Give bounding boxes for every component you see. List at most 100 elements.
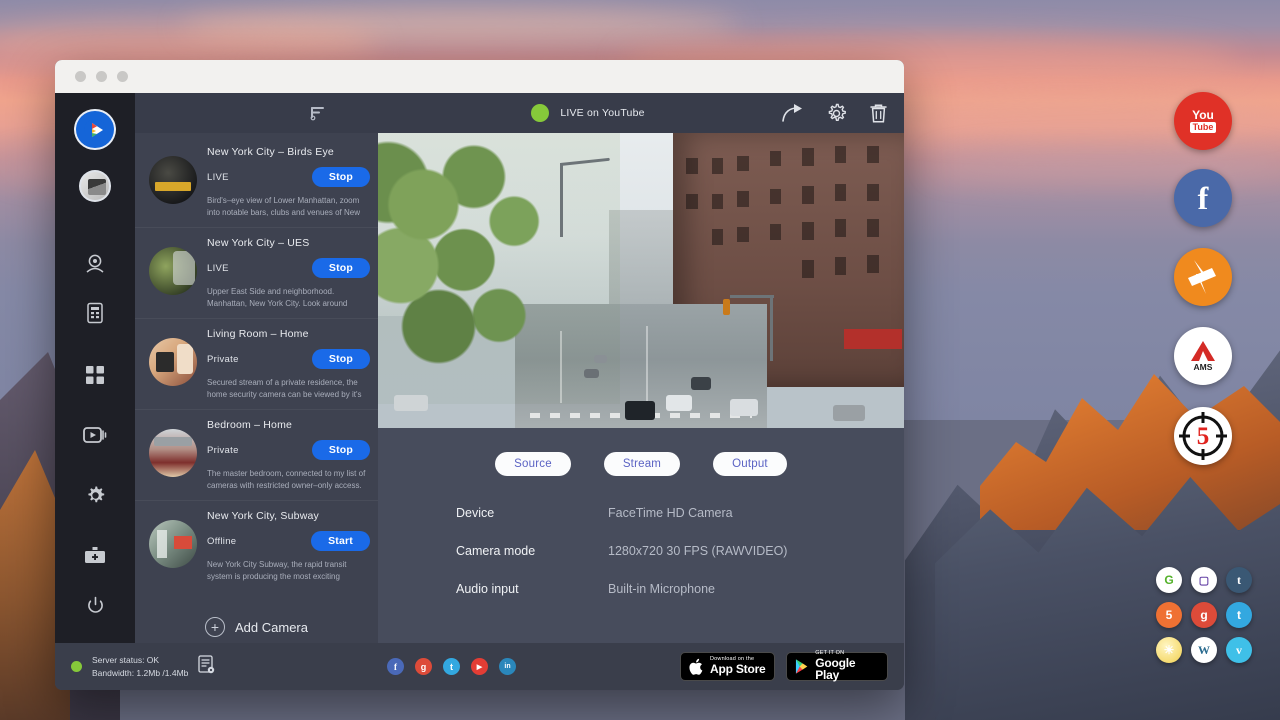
camera-title: Bedroom – Home <box>207 419 370 431</box>
video-preview[interactable] <box>378 133 904 428</box>
camera-description: Bird's–eye view of Lower Manhattan, zoom… <box>207 195 370 219</box>
sidebar-item-profile[interactable] <box>79 170 111 202</box>
groupon-glyph: G <box>1164 573 1173 587</box>
desktop-icon-groupon[interactable]: G <box>1156 567 1182 593</box>
vimeo-glyph: v <box>1236 643 1242 658</box>
apple-icon <box>689 658 704 676</box>
grid-icon <box>85 365 105 385</box>
detail-key: Device <box>456 506 608 520</box>
camera-thumbnail <box>149 247 197 295</box>
video-car <box>594 355 607 363</box>
desktop-icon-twitter[interactable]: t <box>1226 602 1252 628</box>
share-button[interactable] <box>782 103 804 123</box>
minimize-button[interactable] <box>96 71 107 82</box>
google-play-badge[interactable]: GET IT ON Google Play <box>786 652 888 681</box>
video-red-awning <box>844 329 902 349</box>
sidebar-item-devices[interactable] <box>75 293 115 332</box>
facebook-glyph: f <box>394 662 397 672</box>
five-label: 5 <box>1197 424 1210 449</box>
video-car <box>730 399 758 416</box>
list-item[interactable]: Bedroom – Home Private Stop The master b… <box>135 410 378 501</box>
camera-meta: New York City – UES LIVE Stop Upper East… <box>207 235 370 310</box>
document-log-icon <box>198 655 215 674</box>
desktop-icon-wowza[interactable] <box>1174 248 1232 306</box>
play-logo-icon <box>82 117 108 143</box>
sidebar-item-power[interactable] <box>75 586 115 625</box>
app-window: New York City – Birds Eye LIVE Stop Bird… <box>55 60 904 690</box>
video-car <box>584 369 599 378</box>
social-facebook[interactable]: f <box>387 658 404 675</box>
camera-title: New York City, Subway <box>207 510 370 522</box>
detail-value: 1280x720 30 FPS (RAWVIDEO) <box>608 544 787 558</box>
camera-action-button[interactable]: Stop <box>312 167 370 187</box>
app-store-badge[interactable]: Download on the App Store <box>680 652 775 681</box>
video-streetlamp <box>770 295 773 361</box>
desktop-icon-sun-app[interactable]: ☀ <box>1156 637 1182 663</box>
power-icon <box>86 596 105 615</box>
sidebar-item-cameras[interactable] <box>75 244 115 283</box>
desktop-icon-five-orange[interactable]: 5 <box>1156 602 1182 628</box>
social-google-plus[interactable]: g <box>415 658 432 675</box>
list-item[interactable]: Living Room – Home Private Stop Secured … <box>135 319 378 410</box>
desktop-icon-facebook[interactable]: f <box>1174 169 1232 227</box>
log-button[interactable] <box>198 655 215 679</box>
delete-button[interactable] <box>869 103 888 124</box>
main-panel: LIVE on YouTube <box>378 93 904 643</box>
plus-icon: + <box>205 617 225 637</box>
video-traffic-light <box>723 299 730 315</box>
tab-source[interactable]: Source <box>495 452 571 476</box>
desktop-icon-wordpress[interactable]: W <box>1191 637 1217 663</box>
camera-status-row: Private Stop <box>207 440 370 460</box>
camera-action-button[interactable]: Stop <box>312 349 370 369</box>
sidebar-item-logo[interactable] <box>74 109 116 150</box>
status-dot <box>71 661 82 672</box>
desktop-icon-target-five[interactable]: 5 <box>1174 407 1232 465</box>
twitter-glyph: t <box>450 662 453 672</box>
camera-action-button[interactable]: Stop <box>312 440 370 460</box>
camera-status: Private <box>207 354 239 365</box>
camera-list[interactable]: New York City – Birds Eye LIVE Stop Bird… <box>135 133 378 643</box>
youtube-bottom-label: Tube <box>1190 122 1217 133</box>
camera-status: Private <box>207 445 239 456</box>
social-linkedin[interactable]: in <box>499 658 516 675</box>
camera-action-button[interactable]: Stop <box>312 258 370 278</box>
sidebar-item-grid[interactable] <box>75 355 115 394</box>
camera-description: Secured stream of a private residence, t… <box>207 377 370 401</box>
camera-meta: New York City – Birds Eye LIVE Stop Bird… <box>207 144 370 219</box>
add-camera-button[interactable]: + Add Camera <box>135 591 378 637</box>
tab-output[interactable]: Output <box>713 452 787 476</box>
sidebar-item-broadcast[interactable] <box>75 415 115 454</box>
sidebar-item-settings[interactable] <box>75 476 115 515</box>
twitter-glyph: t <box>1237 608 1241 622</box>
trash-icon <box>869 103 888 124</box>
desktop-icon-tumblr[interactable]: t <box>1226 567 1252 593</box>
desktop-icon-youtube[interactable]: You Tube <box>1174 92 1232 150</box>
cloud-band <box>930 150 1280 180</box>
desktop-icon-google-plus[interactable]: g <box>1191 602 1217 628</box>
gplus-glyph: g <box>1200 608 1207 622</box>
list-item[interactable]: New York City, Subway Offline Start New … <box>135 501 378 591</box>
desktop-icon-adobe-ams[interactable]: AMS <box>1174 327 1232 385</box>
maximize-button[interactable] <box>117 71 128 82</box>
youtube-glyph: ▶ <box>477 663 482 671</box>
camera-action-button[interactable]: Start <box>311 531 370 551</box>
sidebar-item-add-device[interactable] <box>75 536 115 575</box>
social-youtube[interactable]: ▶ <box>471 658 488 675</box>
camera-meta: New York City, Subway Offline Start New … <box>207 508 370 583</box>
list-item[interactable]: New York City – UES LIVE Stop Upper East… <box>135 228 378 319</box>
camera-list-panel: New York City – Birds Eye LIVE Stop Bird… <box>135 93 378 643</box>
tab-stream[interactable]: Stream <box>604 452 680 476</box>
live-indicator-dot <box>531 104 549 122</box>
filter-sort-icon[interactable] <box>310 105 326 121</box>
settings-button[interactable] <box>826 103 847 124</box>
detail-row-camera-mode: Camera mode 1280x720 30 FPS (RAWVIDEO) <box>456 544 904 558</box>
camera-description: New York City Subway, the rapid transit … <box>207 559 370 583</box>
status-text-block: Server status: OK Bandwidth: 1.2Mb /1.4M… <box>92 654 188 679</box>
app-store-big: App Store <box>710 663 766 676</box>
desktop-icon-vimeo[interactable]: v <box>1226 637 1252 663</box>
list-item[interactable]: New York City – Birds Eye LIVE Stop Bird… <box>135 137 378 228</box>
sidebar-rail <box>55 93 135 643</box>
social-twitter[interactable]: t <box>443 658 460 675</box>
close-button[interactable] <box>75 71 86 82</box>
desktop-icon-twitch[interactable]: ▢ <box>1191 567 1217 593</box>
